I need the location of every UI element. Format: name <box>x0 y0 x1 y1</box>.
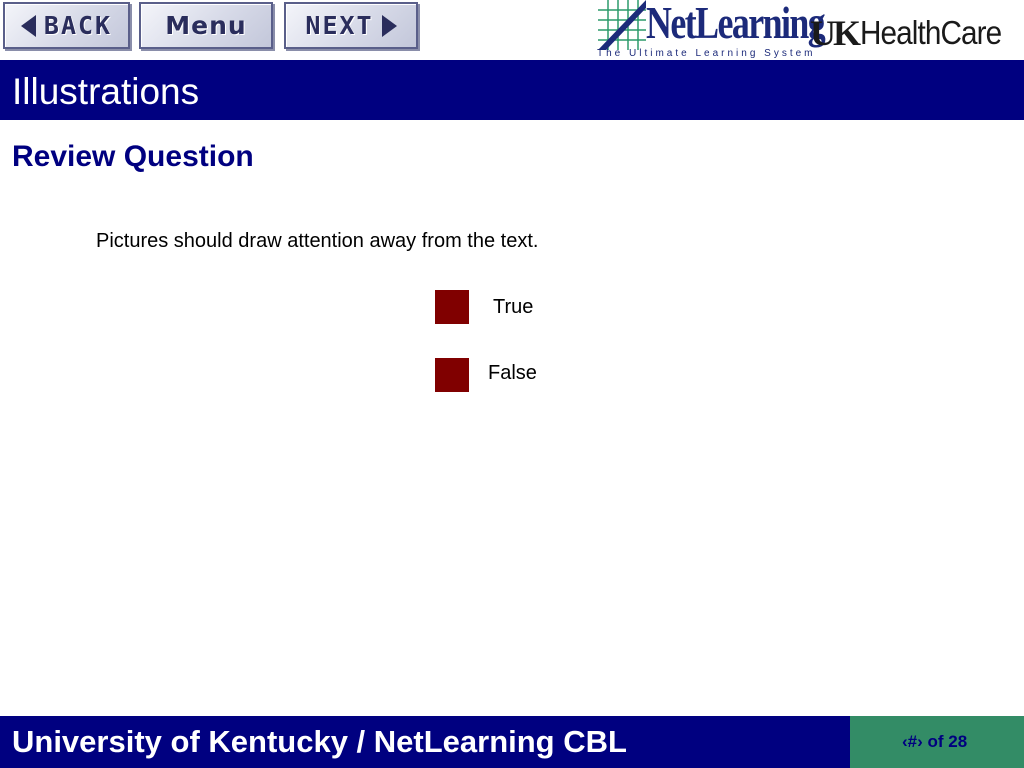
page-title: Illustrations <box>12 71 200 112</box>
footer-text: University of Kentucky / NetLearning CBL <box>12 724 627 759</box>
title-bar: Illustrations <box>0 60 1024 120</box>
true-option-label[interactable]: True <box>493 296 533 319</box>
true-option-button[interactable] <box>435 290 469 324</box>
page-indicator-box: ‹#› of 28 <box>850 716 1024 768</box>
uk-logo-mark: UK <box>810 13 861 53</box>
arrow-left-icon <box>20 14 36 37</box>
netlearning-logo-text: NetLearning <box>646 0 826 48</box>
footer-bar: University of Kentucky / NetLearning CBL <box>0 716 850 768</box>
back-button[interactable]: BACK <box>3 2 130 49</box>
false-option-button[interactable] <box>435 358 469 392</box>
section-heading: Review Question <box>12 140 254 173</box>
menu-button[interactable]: Menu <box>139 2 273 49</box>
netlearning-logo-icon <box>598 0 646 50</box>
menu-button-label: Menu <box>165 11 247 40</box>
question-text: Pictures should draw attention away from… <box>96 230 539 252</box>
uk-healthcare-logo-text: HealthCare <box>860 14 1002 51</box>
back-button-label: BACK <box>43 11 113 40</box>
netlearning-tagline: The Ultimate Learning System <box>597 48 816 59</box>
page-indicator: ‹#› of 28 <box>902 732 968 751</box>
arrow-right-icon <box>381 14 397 37</box>
next-button[interactable]: NEXT <box>284 2 418 49</box>
next-button-label: NEXT <box>305 11 374 40</box>
false-option-label[interactable]: False <box>488 362 537 385</box>
